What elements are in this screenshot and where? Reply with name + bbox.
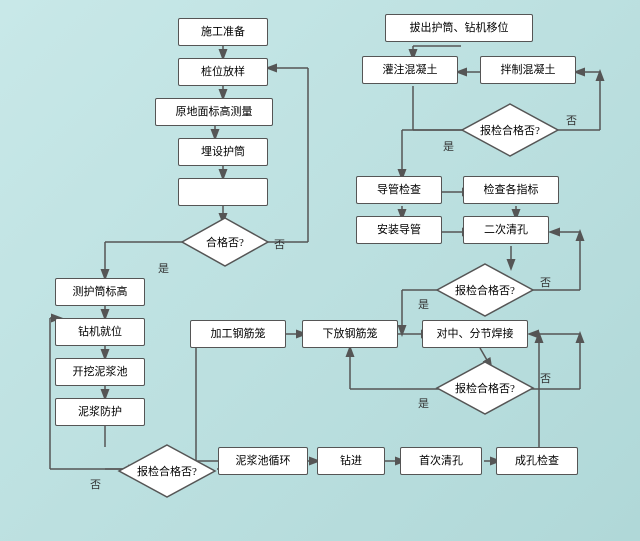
hege2-no-label: 否 — [90, 476, 101, 492]
hege1-no-label: 否 — [274, 236, 285, 252]
box-panzhi: 拌制混凝土 — [480, 56, 576, 84]
hege4-yes-label: 是 — [443, 138, 454, 154]
box-daoguan-jianzha: 导管检查 — [356, 176, 442, 204]
box-jiancha-gezhizhibiao: 检查各指标 — [463, 176, 559, 204]
box-zhuanjizhencha — [178, 178, 268, 206]
box-nijiang-xunhuan: 泥浆池循环 — [218, 447, 308, 475]
diamond-hege-3: 报检合格否? — [435, 360, 535, 416]
box-erci-qingkong: 二次清孔 — [463, 216, 549, 244]
hege5-no-label: 否 — [540, 274, 551, 290]
box-zhuangwei-yangban: 桩位放样 — [178, 58, 268, 86]
box-jiagong-gangpenlong: 加工钢筋笼 — [190, 320, 286, 348]
box-mai-huguan: 埋设护筒 — [178, 138, 268, 166]
diamond-hege-2: 报检合格否? — [117, 443, 217, 499]
box-ce-huguan: 测护筒标高 — [55, 278, 145, 306]
box-zuanjin: 钻进 — [317, 447, 385, 475]
diamond-hege-5: 报检合格否? — [435, 262, 535, 318]
hege4-no-label: 否 — [566, 112, 577, 128]
diamond-hege-1: 合格否? — [180, 216, 270, 268]
hege5-yes-label: 是 — [418, 296, 429, 312]
box-shouciqingkong: 首次清孔 — [400, 447, 482, 475]
hege3-no-label: 否 — [540, 370, 551, 386]
box-xiafang-gangpenlong: 下放钢筋笼 — [302, 320, 398, 348]
flowchart: 施工准备 桩位放样 原地面标高测量 埋设护筒 合格否? 是 否 测护筒标高 钻机… — [0, 0, 640, 541]
diamond-hege-4: 报检合格否? — [460, 102, 560, 158]
box-ba-huguan: 拔出护筒、钻机移位 — [385, 14, 533, 42]
box-zuanji-jiuwei: 钻机就位 — [55, 318, 145, 346]
hege1-yes-label: 是 — [158, 260, 169, 276]
box-kaiwajiangjichi: 开挖泥浆池 — [55, 358, 145, 386]
box-anzhuang-daoguan: 安装导管 — [356, 216, 442, 244]
box-chengkongjianzha: 成孔检查 — [496, 447, 578, 475]
box-yuandi-biaoao: 原地面标高测量 — [155, 98, 273, 126]
hege3-yes-label: 是 — [418, 395, 429, 411]
box-guanzhu: 灌注混凝土 — [362, 56, 458, 84]
box-shigong-zhunbei: 施工准备 — [178, 18, 268, 46]
box-nijiangfanghu: 泥浆防护 — [55, 398, 145, 426]
box-duizhong-fenjie: 对中、分节焊接 — [422, 320, 528, 348]
